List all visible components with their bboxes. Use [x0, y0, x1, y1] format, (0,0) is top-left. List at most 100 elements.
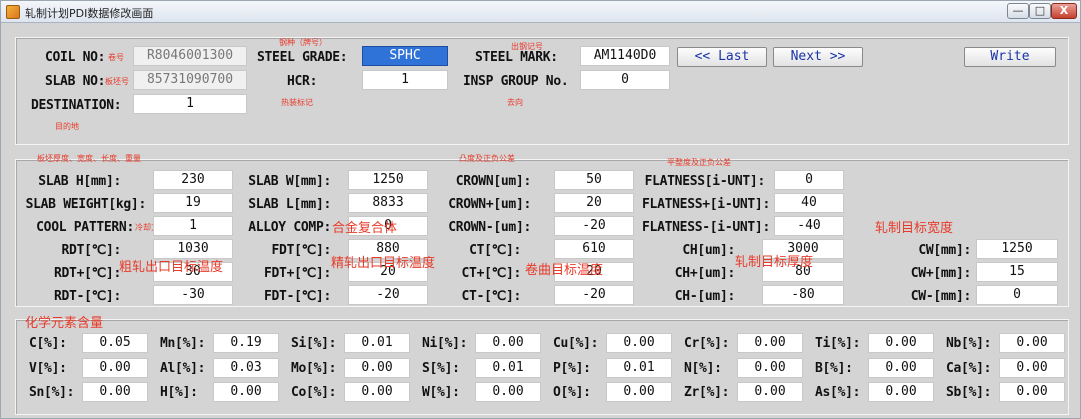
- flatness-label: FLATNESS[i-UNT]:: [644, 174, 766, 189]
- crown-field[interactable]: 50: [554, 170, 634, 190]
- chem-field[interactable]: 0.00: [344, 382, 410, 402]
- chem-field[interactable]: 0.00: [82, 382, 148, 402]
- cw-minus-label: CW-[mm]:: [910, 289, 972, 304]
- insp-group-annotation: 去向: [507, 98, 523, 107]
- steel-grade-label: STEEL GRADE:: [257, 50, 348, 65]
- cw-plus-field[interactable]: 15: [976, 262, 1058, 282]
- chem-field[interactable]: 0.00: [606, 382, 672, 402]
- destination-annotation: 目的地: [55, 122, 79, 131]
- chem-field[interactable]: 0.00: [999, 333, 1065, 353]
- flatness-plus-label: FLATNESS+[i-UNT]:: [642, 197, 770, 212]
- chem-label: Sb[%]:: [946, 385, 992, 400]
- steel-mark-field[interactable]: AM1140D0: [580, 46, 670, 66]
- chem-label: P[%]:: [553, 361, 591, 376]
- slab-h-label: SLAB H[mm]:: [38, 174, 121, 189]
- chem-field[interactable]: 0.00: [999, 358, 1065, 378]
- chem-label: Ti[%]:: [815, 336, 861, 351]
- ct-field[interactable]: 610: [554, 239, 634, 259]
- chem-label: S[%]:: [422, 361, 460, 376]
- chem-label: C[%]:: [29, 336, 67, 351]
- alloy-annotation: 合金复合体: [332, 221, 398, 236]
- chem-field[interactable]: 0.00: [737, 333, 803, 353]
- ch-minus-label: CH-[um]:: [674, 289, 736, 304]
- flatness-minus-field[interactable]: -40: [774, 216, 844, 236]
- slab-no-annotation: 板坯号: [105, 77, 129, 86]
- slab-h-field[interactable]: 230: [153, 170, 233, 190]
- fdt-minus-field[interactable]: -20: [348, 285, 428, 305]
- chem-field[interactable]: 0.00: [213, 382, 279, 402]
- insp-group-field[interactable]: 0: [580, 70, 670, 90]
- cw-label: CW[mm]:: [918, 243, 971, 258]
- close-button[interactable]: X: [1051, 3, 1077, 19]
- write-button[interactable]: Write: [964, 47, 1056, 67]
- slab-no-label: SLAB NO:: [45, 74, 106, 89]
- steel-grade-field[interactable]: SPHC: [362, 46, 448, 66]
- chem-field[interactable]: 0.00: [606, 333, 672, 353]
- cool-pattern-label: COOL PATTERN:: [36, 220, 134, 235]
- cw-minus-field[interactable]: 0: [976, 285, 1058, 305]
- slab-w-field[interactable]: 1250: [348, 170, 428, 190]
- chem-label: Zr[%]:: [684, 385, 730, 400]
- chem-label: Ni[%]:: [422, 336, 468, 351]
- chem-field[interactable]: 0.00: [868, 382, 934, 402]
- hcr-label: HCR:: [287, 74, 318, 89]
- cool-pattern-field[interactable]: 1: [153, 216, 233, 236]
- ch-annotation: 轧制目标厚度: [735, 255, 814, 270]
- last-button[interactable]: << Last: [677, 47, 767, 67]
- ch-plus-label: CH+[um]:: [674, 266, 736, 281]
- rdt-minus-field[interactable]: -30: [153, 285, 233, 305]
- slab-no-field[interactable]: 85731090700: [133, 70, 247, 90]
- ct-minus-field[interactable]: -20: [554, 285, 634, 305]
- chem-field[interactable]: 0.03: [213, 358, 279, 378]
- flatness-plus-field[interactable]: 40: [774, 193, 844, 213]
- chem-field[interactable]: 0.01: [475, 358, 541, 378]
- chem-field[interactable]: 0.05: [82, 333, 148, 353]
- chem-field[interactable]: 0.00: [82, 358, 148, 378]
- crown-plus-field[interactable]: 20: [554, 193, 634, 213]
- chem-field[interactable]: 0.01: [606, 358, 672, 378]
- next-button[interactable]: Next >>: [773, 47, 863, 67]
- fdt-plus-label: FDT+[℃]:: [264, 266, 331, 281]
- coil-no-field[interactable]: R8046001300: [133, 46, 247, 66]
- slab-l-field[interactable]: 8833: [348, 193, 428, 213]
- chem-field[interactable]: 0.00: [737, 358, 803, 378]
- chem-field[interactable]: 0.00: [868, 333, 934, 353]
- flatness-field[interactable]: 0: [774, 170, 844, 190]
- chem-label: Nb[%]:: [946, 336, 992, 351]
- ct-plus-label: CT+[℃]:: [461, 266, 522, 281]
- slab-dims-annotation: 板坯厚度、宽度、长度、重量: [37, 154, 141, 163]
- crown-minus-field[interactable]: -20: [554, 216, 634, 236]
- chem-field[interactable]: 0.00: [344, 358, 410, 378]
- chem-field[interactable]: 0.19: [213, 333, 279, 353]
- chem-field[interactable]: 0.00: [737, 382, 803, 402]
- slab-weight-label: SLAB WEIGHT[kg]:: [25, 197, 147, 212]
- chem-label: W[%]:: [422, 385, 460, 400]
- rdt-annotation: 粗轧出口目标温度: [119, 260, 224, 275]
- chem-field[interactable]: 0.00: [475, 333, 541, 353]
- chem-field[interactable]: 0.01: [344, 333, 410, 353]
- chem-label: As[%]:: [815, 385, 861, 400]
- title-bar: 轧制计划PDI数据修改画面 — □ X: [1, 1, 1080, 23]
- chem-label: V[%]:: [29, 361, 67, 376]
- cw-field[interactable]: 1250: [976, 239, 1058, 259]
- hcr-field[interactable]: 1: [362, 70, 448, 90]
- destination-field[interactable]: 1: [133, 94, 247, 114]
- flatness-annotation: 平整度及正负公差: [667, 158, 731, 167]
- chem-field[interactable]: 0.00: [868, 358, 934, 378]
- crown-minus-label: CROWN-[um]:: [448, 220, 531, 235]
- chem-label: H[%]:: [160, 385, 198, 400]
- slab-weight-field[interactable]: 19: [153, 193, 233, 213]
- chem-field[interactable]: 0.00: [999, 382, 1065, 402]
- maximize-button[interactable]: □: [1029, 3, 1051, 19]
- chem-label: N[%]:: [684, 361, 722, 376]
- chem-field[interactable]: 0.00: [475, 382, 541, 402]
- alloy-comp-label: ALLOY COMP:: [248, 220, 331, 235]
- crown-annotation: 凸度及正负公差: [459, 154, 515, 163]
- chemistry-annotation: 化学元素含量: [25, 316, 104, 331]
- ch-minus-field[interactable]: -80: [762, 285, 844, 305]
- crown-plus-label: CROWN+[um]:: [448, 197, 531, 212]
- chem-label: Si[%]:: [291, 336, 337, 351]
- minimize-button[interactable]: —: [1007, 3, 1029, 19]
- chem-label: Cr[%]:: [684, 336, 730, 351]
- destination-label: DESTINATION:: [31, 98, 122, 113]
